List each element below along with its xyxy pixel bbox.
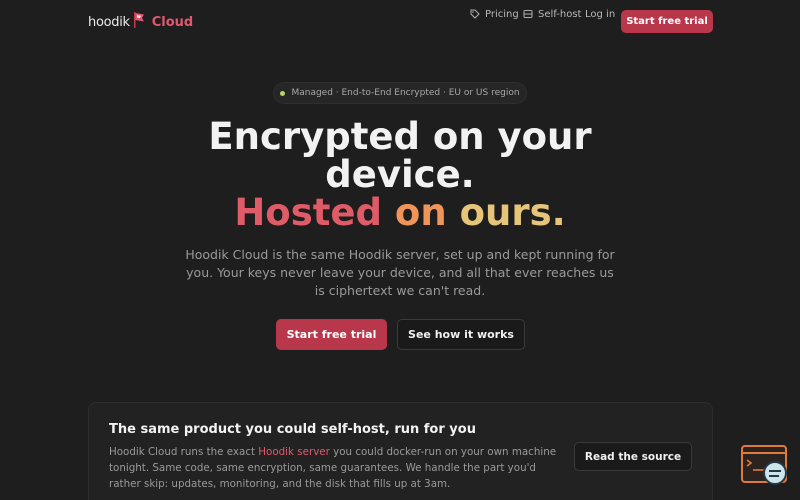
header-start-trial-button[interactable]: Start free trial: [621, 10, 713, 33]
card-title: The same product you could self-host, ru…: [109, 422, 476, 437]
hoodik-server-link[interactable]: Hoodik server: [258, 446, 330, 458]
hero-title-line1: Encrypted on your: [208, 115, 592, 158]
hero-title-line2: device.: [325, 153, 475, 196]
nav-self-host[interactable]: Self-host: [523, 9, 581, 20]
feature-pill: Managed · End-to-End Encrypted · EU or U…: [273, 82, 527, 104]
hero-title-line3: Hosted on ours.: [0, 194, 800, 232]
nav-self-host-label: Self-host: [538, 8, 582, 20]
brand-logo[interactable]: hoodik Cloud: [88, 12, 193, 32]
support-chat-icon: [741, 445, 787, 485]
read-the-source-button[interactable]: Read the source: [574, 442, 692, 471]
flag-logo-icon: [133, 12, 145, 32]
start-free-trial-button[interactable]: Start free trial: [276, 319, 387, 350]
hero-title-hosted: Hosted: [234, 191, 383, 234]
feature-pill-text: Managed · End-to-End Encrypted · EU or U…: [291, 88, 520, 98]
help-widget[interactable]: [740, 444, 792, 492]
brand-product-name: Cloud: [151, 14, 194, 30]
nav-login-label: Log in: [585, 8, 616, 20]
card-body: Hoodik Cloud runs the exact Hoodik serve…: [109, 444, 564, 492]
tag-icon: [470, 9, 480, 19]
server-icon: [523, 10, 533, 18]
nav-pricing[interactable]: Pricing: [470, 9, 519, 20]
site-header: hoodik Cloud Pricing Self-host Log in St…: [0, 0, 800, 42]
hero-title-on: on: [394, 191, 447, 234]
nav-login[interactable]: Log in: [585, 9, 615, 20]
see-how-it-works-button[interactable]: See how it works: [397, 319, 525, 350]
nav-pricing-label: Pricing: [485, 8, 519, 20]
status-dot-icon: [280, 90, 286, 96]
self-host-card: The same product you could self-host, ru…: [88, 402, 713, 500]
brand-wordmark: hoodik: [88, 14, 130, 30]
hero-subtitle: Hoodik Cloud is the same Hoodik server, …: [185, 247, 615, 298]
hero-title-ours: ours.: [459, 191, 566, 234]
card-body-text-before: Hoodik Cloud runs the exact: [109, 446, 259, 458]
